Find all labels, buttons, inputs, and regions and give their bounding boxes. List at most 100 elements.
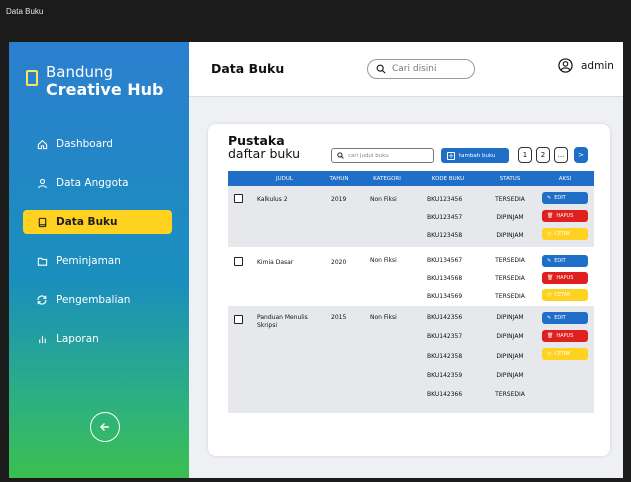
user-icon: [35, 176, 49, 190]
edit-button[interactable]: ✎ EDIT: [542, 192, 588, 204]
col-status: STATUS: [499, 175, 521, 182]
row-checkbox[interactable]: [234, 194, 243, 203]
cell-status: TERSEDIA: [495, 391, 525, 398]
window-title: Data Buku: [6, 7, 44, 16]
sidebar-item-label: Pengembalian: [56, 294, 131, 306]
folder-icon: [35, 254, 49, 268]
brand-name: Bandung Creative Hub: [46, 63, 164, 99]
delete-button[interactable]: 🗑 HAPUS: [542, 272, 588, 284]
clock-icon: ◷: [547, 292, 552, 298]
cell-status: DIPINJAM: [496, 333, 524, 340]
search-placeholder: Cari disini: [392, 64, 437, 74]
print-label: CETAK: [554, 292, 571, 298]
table-row: Kalkulus 2 2019 Non Fiksi BKU123456 BKU1…: [228, 186, 594, 247]
app-frame: Bandung Creative Hub Dashboard Data Angg…: [9, 42, 623, 478]
delete-label: HAPUS: [556, 213, 574, 219]
cell-status: DIPINJAM: [496, 214, 524, 221]
page-button-more[interactable]: ...: [554, 147, 568, 163]
cell-status: TERSEDIA: [495, 275, 525, 282]
sidebar-item-laporan[interactable]: Laporan: [23, 327, 189, 351]
cell-status: DIPINJAM: [496, 232, 524, 239]
edit-label: EDIT: [554, 315, 566, 321]
back-button[interactable]: [90, 412, 120, 442]
brand-line2: Creative Hub: [46, 80, 164, 99]
sidebar: Bandung Creative Hub Dashboard Data Angg…: [9, 42, 189, 478]
sidebar-item-pengembalian[interactable]: Pengembalian: [23, 288, 189, 312]
col-judul: JUDUL: [276, 175, 293, 182]
table-row: Kimia Dasar 2020 Non Fiksi BKU134567 BKU…: [228, 247, 594, 306]
col-aksi: AKSI: [558, 175, 572, 182]
bar-chart-icon: [35, 332, 49, 346]
cell-status: TERSEDIA: [495, 196, 525, 203]
app-window: Data Buku Bandung Creative Hub Dashboard: [0, 0, 631, 482]
page-next-button[interactable]: >: [574, 147, 588, 163]
search-input[interactable]: Cari disini: [367, 59, 475, 79]
window-titlebar: Data Buku: [0, 0, 631, 42]
cell-tahun: 2020: [331, 259, 347, 266]
logo-icon: [26, 70, 38, 86]
sidebar-item-peminjaman[interactable]: Peminjaman: [23, 249, 189, 273]
brand: Bandung Creative Hub: [26, 64, 164, 98]
refresh-icon: [35, 293, 49, 307]
edit-icon: ✎: [547, 258, 552, 264]
edit-button[interactable]: ✎ EDIT: [542, 312, 588, 324]
cell-kode: BKU142366: [427, 391, 463, 398]
sidebar-item-data-buku[interactable]: Data Buku: [23, 210, 172, 234]
home-icon: [35, 137, 49, 151]
sidebar-item-dashboard[interactable]: Dashboard: [23, 132, 189, 156]
col-tahun: TAHUN: [329, 175, 349, 182]
print-button[interactable]: ◷ CETAK: [542, 348, 588, 360]
sidebar-item-label: Laporan: [56, 333, 99, 345]
delete-button[interactable]: 🗑 HAPUS: [542, 330, 588, 342]
user-name: admin: [581, 59, 614, 72]
sidebar-item-label: Peminjaman: [56, 255, 121, 267]
print-button[interactable]: ◷ CETAK: [542, 289, 588, 301]
book-list-card: Pustaka daftar buku cari judul buku + ta…: [208, 124, 610, 456]
cell-judul: Panduan Menulis Skripsi: [257, 314, 308, 329]
cell-judul: Kimia Dasar: [257, 259, 294, 266]
page-button-1[interactable]: 1: [518, 147, 532, 163]
book-icon: [35, 215, 49, 229]
edit-button[interactable]: ✎ EDIT: [542, 255, 588, 267]
sidebar-item-data-anggota[interactable]: Data Anggota: [23, 171, 189, 195]
search-icon: [376, 64, 386, 74]
cell-tahun: 2015: [331, 314, 347, 321]
edit-label: EDIT: [554, 195, 566, 201]
col-kode-buku: KODE BUKU: [431, 175, 465, 182]
add-book-button[interactable]: + tambah buku: [441, 148, 509, 163]
cell-kode: BKU142356: [427, 314, 463, 321]
book-search-input[interactable]: cari judul buku: [331, 148, 434, 163]
cell-status: DIPINJAM: [496, 372, 524, 379]
cell-status: TERSEDIA: [495, 293, 525, 300]
brand-line1: Bandung: [46, 63, 114, 81]
table-header: JUDUL TAHUN KATEGORI KODE BUKU STATUS AK…: [228, 171, 594, 186]
print-label: CETAK: [554, 231, 571, 237]
print-button[interactable]: ◷ CETAK: [542, 228, 588, 240]
cell-kode: BKU142358: [427, 353, 463, 360]
cell-judul: Kalkulus 2: [257, 196, 288, 203]
delete-button[interactable]: 🗑 HAPUS: [542, 210, 588, 222]
sidebar-nav: Dashboard Data Anggota Data Buku Peminja…: [23, 132, 189, 366]
cell-status: DIPINJAM: [496, 314, 524, 321]
cell-kode: BKU142357: [427, 333, 463, 340]
row-checkbox[interactable]: [234, 257, 243, 266]
page-title: Data Buku: [211, 61, 285, 76]
cell-kode: BKU123456: [427, 196, 463, 203]
user-menu[interactable]: admin: [558, 58, 614, 73]
edit-icon: ✎: [547, 195, 552, 201]
arrow-left-icon: [100, 423, 109, 431]
sidebar-item-label: Data Anggota: [56, 177, 129, 189]
cell-tahun: 2019: [331, 196, 347, 203]
search-icon: [337, 152, 344, 159]
cell-kode: BKU123457: [427, 214, 463, 221]
cell-status: TERSEDIA: [495, 257, 525, 264]
book-table: JUDUL TAHUN KATEGORI KODE BUKU STATUS AK…: [228, 171, 594, 413]
edit-icon: ✎: [547, 315, 552, 321]
card-title-line2: daftar buku: [228, 146, 301, 161]
page-button-2[interactable]: 2: [536, 147, 550, 163]
col-kategori: KATEGORI: [373, 175, 401, 182]
sidebar-item-label: Data Buku: [56, 216, 118, 228]
delete-label: HAPUS: [556, 333, 574, 339]
table-row: Panduan Menulis Skripsi 2015 Non Fiksi B…: [228, 306, 594, 413]
row-checkbox[interactable]: [234, 315, 243, 324]
